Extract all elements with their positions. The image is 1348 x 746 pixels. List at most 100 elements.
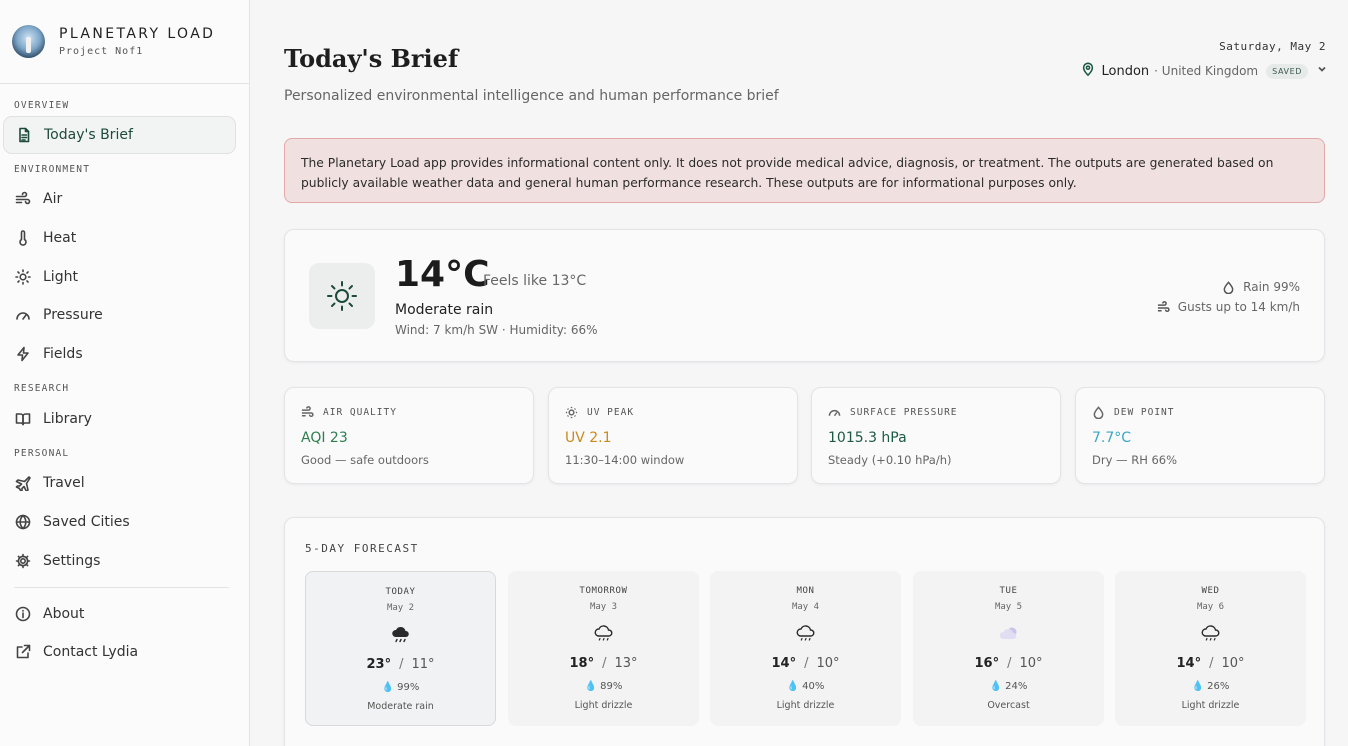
sidebar-item-label: Air: [43, 191, 63, 208]
forecast-rain: 89%: [600, 681, 623, 692]
sidebar-item-label: Pressure: [43, 307, 103, 324]
sidebar-item-air[interactable]: Air: [0, 180, 249, 219]
plane-icon: [14, 474, 32, 492]
sidebar-item-label: Settings: [43, 552, 101, 569]
metric-value: UV 2.1: [565, 430, 612, 446]
forecast-low: 10°: [1221, 656, 1245, 671]
lightning-icon: [14, 345, 32, 363]
metric-subtext: Steady (+0.10 hPa/h): [828, 453, 952, 467]
forecast-high: 14°: [771, 656, 797, 671]
metric-value: 7.7°C: [1092, 430, 1132, 446]
chevron-down-icon[interactable]: [1308, 63, 1328, 79]
drizzle-icon: [1115, 623, 1306, 645]
nav-section-research: RESEARCH: [14, 383, 70, 395]
sun-icon: [14, 268, 32, 286]
metric-card-air-quality[interactable]: AIR QUALITY AQI 23 Good — safe outdoors: [284, 387, 534, 484]
metric-label: AIR QUALITY: [323, 407, 397, 418]
sidebar-item-heat[interactable]: Heat: [0, 219, 249, 258]
forecast-day[interactable]: TUE May 5 16°/10° 💧 24% Overcast: [913, 571, 1104, 726]
wind-icon: [14, 190, 32, 208]
rain-chance: Rain 99%: [1222, 280, 1300, 294]
gauge-icon: [828, 409, 841, 417]
sun-icon: [309, 263, 375, 329]
sidebar-divider: [14, 587, 229, 589]
forecast-day-name: TOMORROW: [579, 586, 628, 596]
sidebar-item-label: Saved Cities: [43, 514, 130, 531]
sidebar-item-light[interactable]: Light: [0, 257, 249, 296]
forecast-day[interactable]: MON May 4 14°/10° 💧 40% Light drizzle: [710, 571, 901, 726]
metric-label: UV PEAK: [587, 407, 635, 418]
metric-label: SURFACE PRESSURE: [850, 407, 958, 418]
brand-logo: [12, 25, 45, 58]
forecast-day[interactable]: TODAY May 2 23°/11° 💧 99% Moderate rain: [305, 571, 496, 726]
metric-card-uv-peak[interactable]: UV PEAK UV 2.1 11:30–14:00 window: [548, 387, 798, 484]
saved-badge: SAVED: [1266, 63, 1308, 79]
rain-chance-text: Rain 99%: [1243, 280, 1300, 294]
metric-subtext: Good — safe outdoors: [301, 453, 429, 467]
page-title: Today's Brief: [284, 44, 459, 73]
sidebar-item-fields[interactable]: Fields: [0, 335, 249, 374]
gusts: Gusts up to 14 km/h: [1157, 300, 1300, 314]
sidebar-item-library[interactable]: Library: [0, 399, 249, 438]
forecast-low: 11°: [411, 657, 435, 672]
drizzle-icon: [710, 623, 901, 645]
sidebar-item-label: Heat: [43, 230, 77, 247]
location-country: · United Kingdom: [1154, 64, 1259, 78]
nav-section-overview: OVERVIEW: [14, 100, 70, 111]
metric-card-surface-pressure[interactable]: SURFACE PRESSURE 1015.3 hPa Steady (+0.1…: [811, 387, 1061, 484]
sidebar-item-todays-brief[interactable]: Today's Brief: [3, 116, 236, 154]
sidebar-item-label: Travel: [43, 475, 85, 492]
sun-icon: [565, 406, 578, 419]
drizzle-icon: [508, 623, 699, 645]
forecast-day[interactable]: TOMORROW May 3 18°/13° 💧 89% Light drizzl…: [508, 571, 699, 726]
metric-value: 1015.3 hPa: [828, 430, 907, 446]
wind-icon: [1157, 300, 1170, 312]
sidebar-item-settings[interactable]: Settings: [0, 542, 249, 581]
sidebar-item-label: Contact Lydia: [43, 644, 139, 661]
forecast-low: 10°: [816, 656, 840, 671]
forecast-card: 5-DAY FORECAST TODAY May 2 23°/11° 💧 99% …: [284, 517, 1325, 746]
forecast-high: 14°: [1176, 656, 1202, 671]
wind-humidity: Wind: 7 km/h SW · Humidity: 66%: [395, 323, 598, 337]
sidebar-item-pressure[interactable]: Pressure: [0, 296, 249, 335]
forecast-title: 5-DAY FORECAST: [305, 542, 419, 555]
forecast-high: 16°: [974, 656, 1000, 671]
metric-card-dew-point[interactable]: DEW POINT 7.7°C Dry — RH 66%: [1075, 387, 1325, 484]
forecast-day[interactable]: WED May 6 14°/10° 💧 26% Light drizzle: [1115, 571, 1306, 726]
page-subtitle: Personalized environmental intelligence …: [284, 88, 779, 104]
forecast-low: 13°: [614, 656, 638, 671]
overcast-icon: [913, 623, 1104, 645]
main-content: Today's Brief Personalized environmental…: [251, 0, 1348, 746]
sidebar-item-label: Light: [43, 268, 78, 285]
location-city: London: [1101, 63, 1150, 79]
sidebar-item-label: Fields: [43, 346, 83, 363]
document-icon: [15, 126, 33, 144]
brand-subtitle: Project Nof1: [59, 46, 144, 57]
forecast-desc: Light drizzle: [574, 700, 633, 711]
forecast-day-name: TUE: [999, 586, 1018, 596]
location-selector[interactable]: London · United Kingdom SAVED: [1081, 62, 1328, 80]
metric-subtext: 11:30–14:00 window: [565, 453, 685, 467]
metric-value: AQI 23: [301, 430, 348, 446]
map-pin-icon: [1081, 62, 1095, 80]
droplet-icon: 💧: [989, 681, 1003, 692]
current-date: Saturday, May 2: [1219, 40, 1326, 53]
forecast-rain: 24%: [1005, 681, 1028, 692]
wind-icon: [301, 406, 314, 418]
sidebar-item-travel[interactable]: Travel: [0, 464, 249, 503]
metric-subtext: Dry — RH 66%: [1092, 453, 1178, 467]
forecast-day-name: WED: [1201, 586, 1220, 596]
forecast-desc: Moderate rain: [367, 701, 434, 712]
droplet-icon: 💧: [381, 682, 395, 693]
droplet-icon: 💧: [1191, 681, 1205, 692]
sidebar-item-saved-cities[interactable]: Saved Cities: [0, 503, 249, 542]
forecast-desc: Light drizzle: [1181, 700, 1240, 711]
current-condition: Moderate rain: [395, 302, 494, 318]
sidebar-item-contact[interactable]: Contact Lydia: [0, 633, 249, 672]
rain-cloud-icon: [306, 624, 495, 646]
feels-like: Feels like 13°C: [483, 273, 587, 289]
forecast-day-date: May 2: [386, 603, 415, 613]
brand-title: PLANETARY LOAD: [59, 26, 216, 42]
globe-icon: [14, 513, 32, 531]
sidebar-item-about[interactable]: About: [0, 594, 249, 633]
